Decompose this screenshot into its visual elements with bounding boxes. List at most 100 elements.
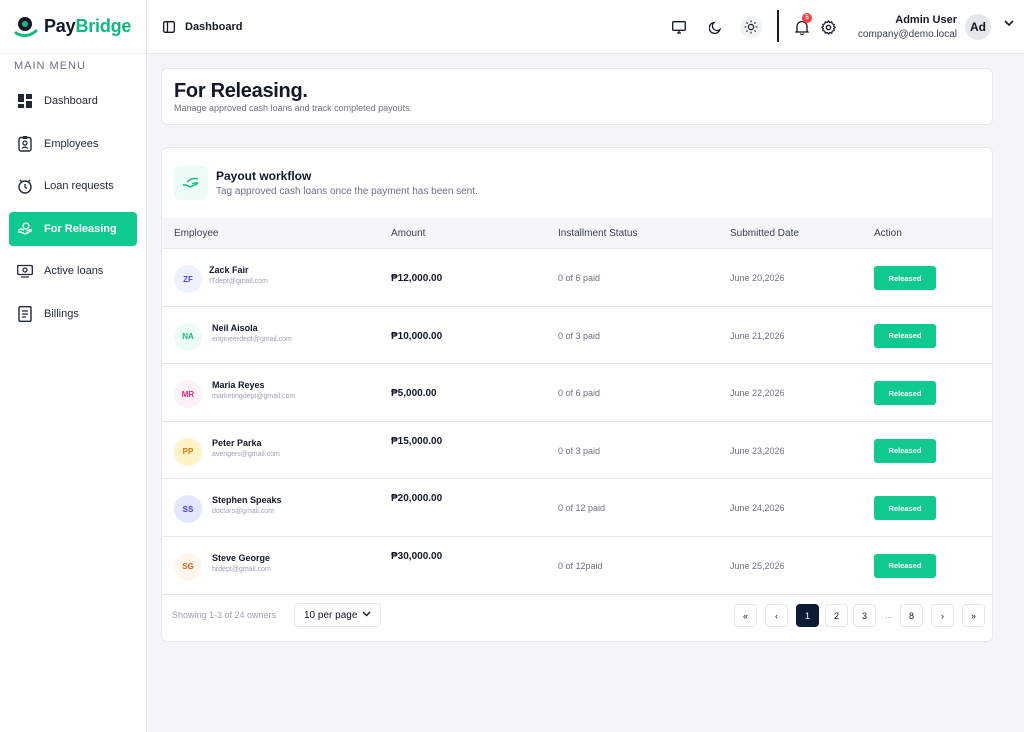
sidebar-item-billings[interactable]: Billings bbox=[9, 297, 137, 331]
employee-avatar: PP bbox=[174, 437, 202, 466]
sidebar-toggle-icon[interactable] bbox=[163, 20, 175, 33]
submitted-date: June 25,2026 bbox=[730, 560, 785, 571]
employee-email: engineerdept@gmail.com bbox=[212, 335, 292, 343]
employee-email: ITdept@gmail.com bbox=[209, 278, 268, 285]
loan-amount: ₱5,000.00 bbox=[391, 388, 437, 400]
page-title-card: For Releasing. Manage approved cash loan… bbox=[161, 68, 993, 125]
column-header-action: Action bbox=[874, 228, 902, 239]
hand-money-icon bbox=[174, 166, 208, 200]
brand-name: PayBridge bbox=[44, 16, 132, 36]
installment-status: 0 of 6 paid bbox=[558, 273, 601, 283]
sidebar-item-loan-requests[interactable]: Loan requests bbox=[9, 169, 137, 203]
employee-email: marketingdept@gmail.com bbox=[212, 393, 296, 401]
monitor-icon[interactable] bbox=[668, 16, 690, 38]
page-title: For Releasing. bbox=[174, 80, 308, 102]
submitted-date: June 23,2026 bbox=[730, 445, 785, 456]
per-page-select[interactable]: 10 per page bbox=[294, 603, 381, 627]
installment-status: 0 of 12 paid bbox=[558, 503, 606, 514]
user-email: company@demo.local bbox=[857, 29, 957, 40]
sidebar-item-label: Employees bbox=[44, 137, 99, 150]
page-1-button[interactable]: 1 bbox=[796, 604, 819, 627]
cash-icon bbox=[17, 263, 33, 279]
gear-icon[interactable] bbox=[817, 16, 839, 38]
released-button[interactable]: Released bbox=[874, 438, 936, 463]
employee-avatar: NA bbox=[174, 322, 202, 351]
employee-avatar: SS bbox=[174, 495, 202, 524]
user-info[interactable]: Admin User company@demo.local bbox=[858, 14, 957, 40]
table-row: ZF Zack Fair ITdept@gmail.com ₱12,000.00… bbox=[162, 249, 992, 307]
employee-name: Stephen Speaks bbox=[212, 495, 282, 506]
user-name: Admin User bbox=[895, 14, 957, 26]
hand-money-icon bbox=[17, 221, 33, 237]
loan-amount: ₱10,000.00 bbox=[391, 330, 443, 342]
next-page-button[interactable]: › bbox=[931, 604, 954, 627]
table-row: PP Peter Parka avengers@gmail.com ₱15,00… bbox=[162, 422, 992, 480]
page-3-button[interactable]: 3 bbox=[853, 604, 876, 627]
breadcrumb-title: Dashboard bbox=[185, 20, 243, 33]
payout-workflow-card: Payout workflow Tag approved cash loans … bbox=[161, 147, 993, 642]
sun-icon[interactable] bbox=[740, 16, 762, 38]
avatar[interactable]: Ad bbox=[965, 14, 991, 40]
last-page-button[interactable]: » bbox=[962, 604, 985, 627]
first-page-button[interactable]: « bbox=[734, 604, 757, 627]
table-row: NA Neil Aisola engineerdept@gmail.com ₱1… bbox=[162, 307, 992, 365]
brand-logo[interactable]: PayBridge bbox=[0, 0, 146, 54]
submitted-date: June 24,2026 bbox=[730, 503, 785, 514]
employee-name: Maria Reyes bbox=[212, 380, 265, 391]
submitted-date: June 21,2026 bbox=[730, 330, 785, 341]
receipt-icon bbox=[17, 305, 33, 322]
chevron-down-icon[interactable] bbox=[1004, 20, 1014, 27]
employee-name: Zack Fair bbox=[209, 265, 249, 275]
notification-bell-icon[interactable]: 5 bbox=[791, 13, 813, 38]
released-button[interactable]: Released bbox=[874, 496, 936, 521]
sidebar-item-label: Dashboard bbox=[44, 95, 98, 107]
table-body: ZF Zack Fair ITdept@gmail.com ₱12,000.00… bbox=[162, 249, 992, 595]
sidebar-item-dashboard[interactable]: Dashboard bbox=[9, 84, 137, 118]
notification-badge: 5 bbox=[802, 13, 812, 23]
loan-amount: ₱20,000.00 bbox=[391, 493, 443, 505]
sidebar-nav: Dashboard Employees Loan requests For Re… bbox=[0, 84, 146, 331]
page-8-button[interactable]: 8 bbox=[900, 604, 923, 627]
id-badge-icon bbox=[17, 135, 33, 152]
installment-status: 0 of 3 paid bbox=[558, 445, 601, 456]
employee-name: Steve George bbox=[212, 552, 271, 563]
sidebar-item-label: Active loans bbox=[44, 265, 104, 278]
top-header: Dashboard 5 Admin User company@demo.loca… bbox=[147, 0, 1024, 54]
page-subtitle: Manage approved cash loans and track com… bbox=[174, 103, 413, 113]
sidebar-item-for-releasing[interactable]: For Releasing bbox=[9, 211, 137, 246]
loan-amount: ₱12,000.00 bbox=[391, 273, 443, 284]
released-button[interactable]: Released bbox=[874, 553, 936, 578]
column-header-amount: Amount bbox=[391, 228, 426, 239]
paybridge-logo-icon bbox=[14, 15, 38, 39]
sidebar-item-label: Loan requests bbox=[44, 180, 114, 193]
released-button[interactable]: Released bbox=[874, 266, 936, 290]
employee-email: hrdept@gmail.com bbox=[212, 565, 271, 573]
workflow-header: Payout workflow Tag approved cash loans … bbox=[174, 166, 478, 200]
sidebar-item-employees[interactable]: Employees bbox=[9, 127, 137, 161]
column-header-installment-status: Installment Status bbox=[558, 228, 638, 239]
table-header: Employee Amount Installment Status Submi… bbox=[162, 218, 992, 249]
moon-icon[interactable] bbox=[704, 16, 726, 38]
employee-name: Neil Aisola bbox=[212, 322, 258, 333]
loan-amount: ₱15,000.00 bbox=[391, 435, 443, 447]
employee-email: doctors@gmail.com bbox=[212, 508, 274, 516]
table-row: SG Steve George hrdept@gmail.com ₱30,000… bbox=[162, 537, 992, 595]
installment-status: 0 of 3 paid bbox=[558, 330, 601, 341]
chevron-down-icon bbox=[362, 611, 371, 617]
column-header-submitted-date: Submitted Date bbox=[730, 228, 799, 239]
table-row: MR Maria Reyes marketingdept@gmail.com ₱… bbox=[162, 364, 992, 422]
loan-amount: ₱30,000.00 bbox=[391, 550, 443, 562]
workflow-subtitle: Tag approved cash loans once the payment… bbox=[216, 186, 478, 197]
per-page-value: 10 per page bbox=[304, 609, 358, 621]
employee-avatar: ZF bbox=[174, 265, 202, 293]
released-button[interactable]: Released bbox=[874, 323, 936, 348]
sidebar: PayBridge MAIN MENU Dashboard Employees … bbox=[0, 0, 147, 732]
installment-status: 0 of 6 paid bbox=[558, 388, 601, 399]
sidebar-item-active-loans[interactable]: Active loans bbox=[9, 254, 137, 288]
menu-caption: MAIN MENU bbox=[14, 60, 86, 72]
prev-page-button[interactable]: ‹ bbox=[765, 604, 788, 627]
page-2-button[interactable]: 2 bbox=[825, 604, 848, 627]
workflow-title: Payout workflow bbox=[216, 169, 312, 183]
money-clock-icon bbox=[17, 178, 33, 194]
released-button[interactable]: Released bbox=[874, 381, 936, 406]
